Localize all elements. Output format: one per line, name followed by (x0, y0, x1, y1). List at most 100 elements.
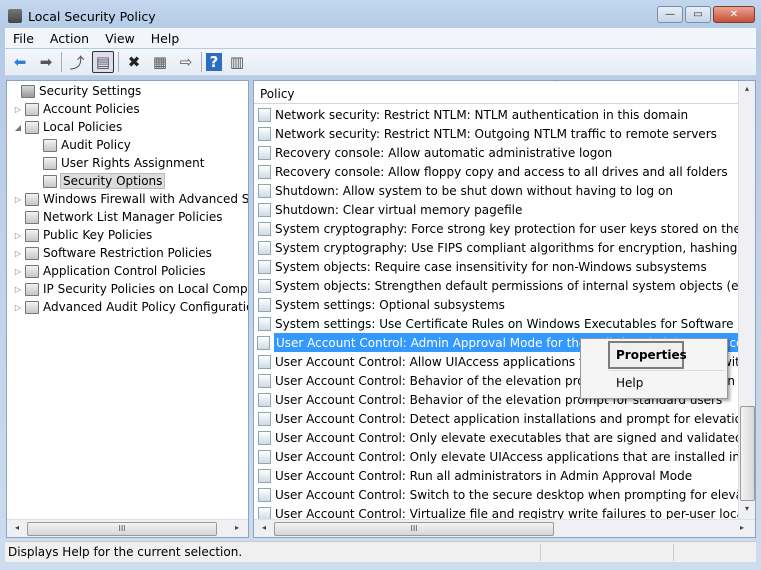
vertical-scroll-thumb[interactable] (740, 406, 755, 501)
tree-item[interactable]: ▷ IP Security Policies on Local Computer (13, 280, 248, 298)
tree-item[interactable]: Security Options (31, 172, 166, 190)
forward-icon[interactable]: ➡ (35, 51, 57, 73)
tree-item[interactable]: Network List Manager Policies (13, 208, 223, 226)
policy-row[interactable]: System objects: Require case insensitivi… (258, 257, 738, 276)
policy-icon (258, 278, 271, 293)
expander-icon[interactable]: ▷ (13, 267, 23, 276)
policy-row[interactable]: User Account Control: Only elevate UIAcc… (258, 447, 755, 466)
policy-row[interactable]: Recovery console: Allow automatic admini… (258, 143, 738, 162)
vertical-scrollbar[interactable]: ▴ ▾ (738, 81, 755, 519)
policy-icon (258, 392, 271, 407)
back-icon[interactable]: ⬅ (9, 51, 31, 73)
tree-item-label: User Rights Assignment (61, 156, 205, 170)
policy-icon (258, 354, 271, 369)
policy-name: System settings: Optional subsystems (275, 297, 505, 312)
expander-icon[interactable]: ▷ (13, 303, 23, 312)
properties-icon[interactable]: ▦ (149, 51, 171, 73)
close-button[interactable]: ✕ (713, 6, 755, 23)
policy-name: Shutdown: Clear virtual memory pagefile (275, 202, 523, 217)
policy-name: System cryptography: Force strong key pr… (275, 221, 756, 236)
policy-name: System settings: Use Certificate Rules o… (275, 316, 755, 331)
scroll-right-arrow[interactable]: ▸ (734, 523, 750, 532)
expander-icon[interactable]: ▷ (13, 285, 23, 294)
sort-ascending-icon: ˄ (554, 80, 558, 88)
tree-item-label: Audit Policy (61, 138, 131, 152)
tree-item[interactable]: ▷ Windows Firewall with Advanced Security (13, 190, 248, 208)
context-menu-properties[interactable]: Properties (608, 341, 687, 369)
folder-icon (25, 282, 39, 296)
expander-icon[interactable]: ◢ (13, 123, 23, 132)
security-policy-icon (8, 9, 22, 23)
menu-file[interactable]: File (5, 31, 42, 46)
scroll-down-arrow[interactable]: ▾ (739, 504, 755, 513)
policy-row[interactable]: System settings: Use Certificate Rules o… (258, 314, 755, 333)
policy-row[interactable]: System cryptography: Force strong key pr… (258, 219, 755, 238)
menu-action[interactable]: Action (42, 31, 97, 46)
policy-icon (258, 487, 271, 502)
horizontal-scroll-thumb[interactable]: III (27, 522, 217, 536)
show-hide-tree-icon[interactable]: ▤ (92, 51, 114, 73)
folder-icon (25, 120, 39, 134)
context-menu-help[interactable]: Help (616, 376, 643, 390)
show-action-pane-icon[interactable]: ▥ (226, 51, 248, 73)
policy-row[interactable]: Recovery console: Allow floppy copy and … (258, 162, 738, 181)
expander-icon[interactable]: ▷ (13, 231, 23, 240)
maximize-button[interactable]: ▭ (685, 6, 711, 23)
tree-item[interactable]: User Rights Assignment (31, 154, 204, 172)
policy-row[interactable]: Network security: Restrict NTLM: NTLM au… (258, 105, 738, 124)
tree-horizontal-scrollbar[interactable]: ◂ III ▸ (7, 519, 248, 537)
minimize-button[interactable]: — (657, 6, 683, 23)
tree-item[interactable]: ▷ Software Restriction Policies (13, 244, 212, 262)
status-divider (673, 544, 674, 561)
policy-icon (258, 126, 271, 141)
menu-help[interactable]: Help (143, 31, 188, 46)
toolbar-separator (201, 52, 202, 72)
tree-item[interactable]: ▷ Application Control Policies (13, 262, 206, 280)
help-icon[interactable]: ? (206, 53, 222, 71)
policy-row[interactable]: User Account Control: Run all administra… (258, 466, 738, 485)
policy-list-pane: Policy ˄ Network security: Restrict NTLM… (253, 80, 756, 538)
horizontal-scroll-thumb[interactable]: III (274, 522, 554, 536)
folder-icon (43, 174, 57, 188)
folder-icon (43, 156, 57, 170)
tree-item-label: Public Key Policies (43, 228, 153, 242)
horizontal-scrollbar[interactable]: ◂ III ▸ (254, 519, 755, 537)
toolbar: ⬅ ➡ ⤴ ▤ ✖ ▦ ⇨ ? ▥ (5, 49, 756, 76)
policy-name: Network security: Restrict NTLM: Outgoin… (275, 126, 717, 141)
policy-name: System cryptography: Use FIPS compliant … (275, 240, 755, 255)
policy-icon (258, 297, 271, 312)
tree-item[interactable]: ◢ Local Policies (13, 118, 122, 136)
expander-icon[interactable]: ▷ (13, 249, 23, 258)
policy-row[interactable]: User Account Control: Switch to the secu… (258, 485, 755, 504)
policy-row[interactable]: Network security: Restrict NTLM: Outgoin… (258, 124, 738, 143)
scroll-left-arrow[interactable]: ◂ (256, 523, 272, 532)
policy-row[interactable]: Shutdown: Clear virtual memory pagefile (258, 200, 738, 219)
tree-item[interactable]: ▷ Account Policies (13, 100, 140, 118)
scroll-up-arrow[interactable]: ▴ (739, 84, 755, 93)
expander-icon[interactable]: ▷ (13, 195, 23, 204)
tree-item-label: Security Options (59, 173, 166, 189)
tree-item-label: Advanced Audit Policy Configuration (43, 300, 249, 314)
policy-row[interactable]: User Account Control: Only elevate execu… (258, 428, 743, 447)
scroll-left-arrow[interactable]: ◂ (9, 523, 25, 532)
tree-item[interactable]: ▷ Advanced Audit Policy Configuration (13, 298, 249, 316)
menu-view[interactable]: View (97, 31, 143, 46)
delete-icon[interactable]: ✖ (123, 51, 145, 73)
up-folder-icon[interactable]: ⤴ (66, 51, 88, 73)
policy-row[interactable]: System cryptography: Use FIPS compliant … (258, 238, 755, 257)
policy-row[interactable]: System settings: Optional subsystems (258, 295, 738, 314)
policy-icon (258, 373, 271, 388)
status-text: Displays Help for the current selection. (8, 545, 243, 559)
policy-icon (258, 145, 271, 160)
export-list-icon[interactable]: ⇨ (175, 51, 197, 73)
tree-item[interactable]: Security Settings (9, 82, 141, 100)
tree-item[interactable]: ▷ Public Key Policies (13, 226, 152, 244)
scroll-right-arrow[interactable]: ▸ (229, 523, 245, 532)
column-header-policy[interactable]: Policy ˄ (254, 81, 738, 104)
expander-icon[interactable]: ▷ (13, 105, 23, 114)
policy-icon (258, 411, 271, 426)
policy-row[interactable]: System objects: Strengthen default permi… (258, 276, 755, 295)
tree-item[interactable]: Audit Policy (31, 136, 131, 154)
policy-row[interactable]: User Account Control: Detect application… (258, 409, 750, 428)
policy-row[interactable]: Shutdown: Allow system to be shut down w… (258, 181, 738, 200)
